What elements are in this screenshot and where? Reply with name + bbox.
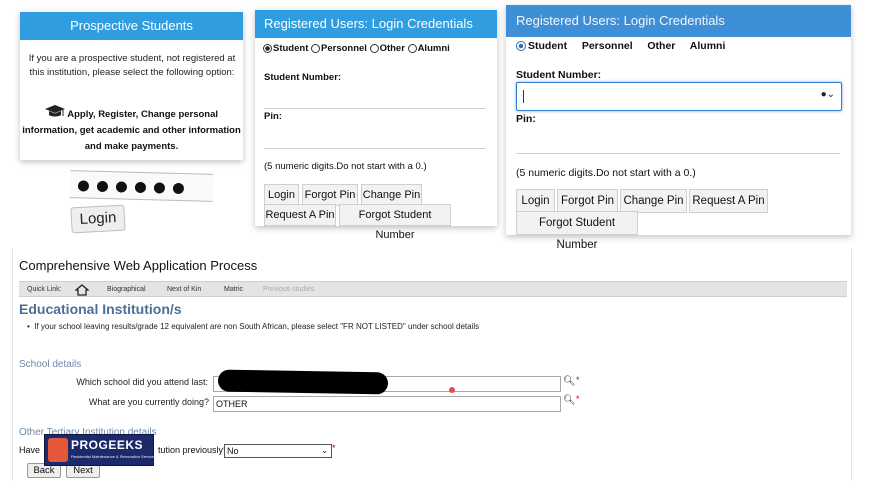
graduation-cap-icon <box>44 104 65 120</box>
login-button[interactable]: Login <box>264 184 299 206</box>
prospective-intro: If you are a prospective student, not re… <box>28 53 236 78</box>
nav-matric[interactable]: Matric <box>224 286 243 293</box>
logo-tagline: Residential Maintenance & Renovation Ser… <box>71 454 157 459</box>
previous-question-start: Have <box>19 445 41 455</box>
text-cursor <box>523 90 524 103</box>
role-student[interactable]: Student <box>516 40 567 52</box>
radio-icon <box>407 43 417 53</box>
page-title: Comprehensive Web Application Process <box>19 258 258 273</box>
password-dots <box>77 178 192 199</box>
doing-question-label: What are you currently doing? <box>88 397 209 407</box>
progeeks-logo: PROGEEKS Residential Maintenance & Renov… <box>44 434 157 466</box>
pin-hint: (5 numeric digits.Do not start with a 0.… <box>264 161 427 172</box>
logo-brand: PROGEEKS <box>71 438 144 452</box>
home-icon[interactable] <box>74 283 90 301</box>
cursor-indicator <box>449 387 455 393</box>
change-pin-button[interactable]: Change Pin <box>361 184 422 206</box>
login-panel-small: Registered Users: Login Credentials Stud… <box>255 10 497 241</box>
request-pin-button[interactable]: Request A Pin <box>264 204 336 226</box>
chevron-down-icon: ⌄ <box>321 446 328 455</box>
prospective-panel: Prospective Students If you are a prospe… <box>20 12 243 160</box>
nav-previous-studies[interactable]: Previous studies <box>263 286 314 293</box>
student-number-label: Student Number: <box>516 69 602 81</box>
role-other[interactable]: Other <box>647 40 675 52</box>
role-radio-group: Student Personnel Other Alumni <box>263 43 450 54</box>
nav-biographical[interactable]: Biographical <box>107 286 146 293</box>
previous-question-tail: tution previously? <box>158 445 229 455</box>
request-pin-button[interactable]: Request A Pin <box>689 189 768 213</box>
student-number-input[interactable]: ●⌄ <box>516 82 842 111</box>
password-field-demo <box>69 170 214 202</box>
student-number-label: Student Number: <box>264 72 342 83</box>
forgot-pin-button[interactable]: Forgot Pin <box>302 184 358 206</box>
quick-link-label: Quick Link: <box>27 286 62 293</box>
role-alumni[interactable]: Alumni <box>690 40 726 52</box>
role-student[interactable]: Student <box>263 43 308 54</box>
radio-selected-icon <box>516 41 526 52</box>
search-icon[interactable]: 🔍︎ <box>563 376 576 387</box>
pin-hint: (5 numeric digits.Do not start with a 0.… <box>516 167 696 179</box>
previous-select[interactable]: No ⌄ <box>224 444 332 458</box>
required-marker: * <box>576 375 580 385</box>
login-panel-large: Registered Users: Login Credentials Stud… <box>506 5 851 251</box>
student-number-input[interactable] <box>264 108 486 109</box>
required-marker: * <box>332 443 336 453</box>
role-alumni[interactable]: Alumni <box>407 43 450 54</box>
section-title: Educational Institution/s <box>19 301 182 317</box>
forgot-student-number-button[interactable]: Forgot Student Number <box>516 211 638 251</box>
school-question-label: Which school did you attend last: <box>76 377 208 387</box>
role-radio-group-large: Student Personnel Other Alumni <box>516 40 725 52</box>
nav-next-of-kin[interactable]: Next of Kin <box>167 286 201 293</box>
radio-icon <box>369 43 379 53</box>
required-marker: * <box>576 394 580 404</box>
pin-label: Pin: <box>264 111 282 122</box>
role-personnel[interactable]: Personnel <box>311 43 367 54</box>
login-button-demo[interactable]: Login <box>70 204 126 234</box>
radio-icon <box>311 43 320 53</box>
role-other[interactable]: Other <box>369 43 405 54</box>
non-sa-note: • If your school leaving results/grade 1… <box>27 322 480 331</box>
apply-option-link[interactable]: Apply, Register, Change personal informa… <box>20 104 243 155</box>
password-manager-key-icon[interactable]: ●⌄ <box>821 89 835 100</box>
login-button[interactable]: Login <box>516 189 555 213</box>
forgot-pin-button[interactable]: Forgot Pin <box>557 189 618 213</box>
search-icon[interactable]: 🔍︎ <box>563 395 576 406</box>
worker-icon <box>48 438 68 462</box>
pin-input[interactable] <box>516 153 840 154</box>
role-personnel[interactable]: Personnel <box>582 40 633 52</box>
prospective-header: Prospective Students <box>20 12 243 40</box>
redaction-scribble <box>217 369 389 395</box>
login-small-header: Registered Users: Login Credentials <box>255 10 497 38</box>
school-details-heading: School details <box>19 359 82 370</box>
forgot-student-number-button[interactable]: Forgot Student Number <box>339 204 451 241</box>
change-pin-button[interactable]: Change Pin <box>620 189 687 213</box>
quick-link-bar: Quick Link: Biographical Next of Kin Mat… <box>19 281 847 297</box>
radio-selected-icon <box>263 43 272 53</box>
pin-input[interactable] <box>264 148 486 149</box>
pin-label: Pin: <box>516 113 536 125</box>
login-large-header: Registered Users: Login Credentials <box>506 5 851 37</box>
doing-input[interactable]: OTHER <box>213 396 561 412</box>
